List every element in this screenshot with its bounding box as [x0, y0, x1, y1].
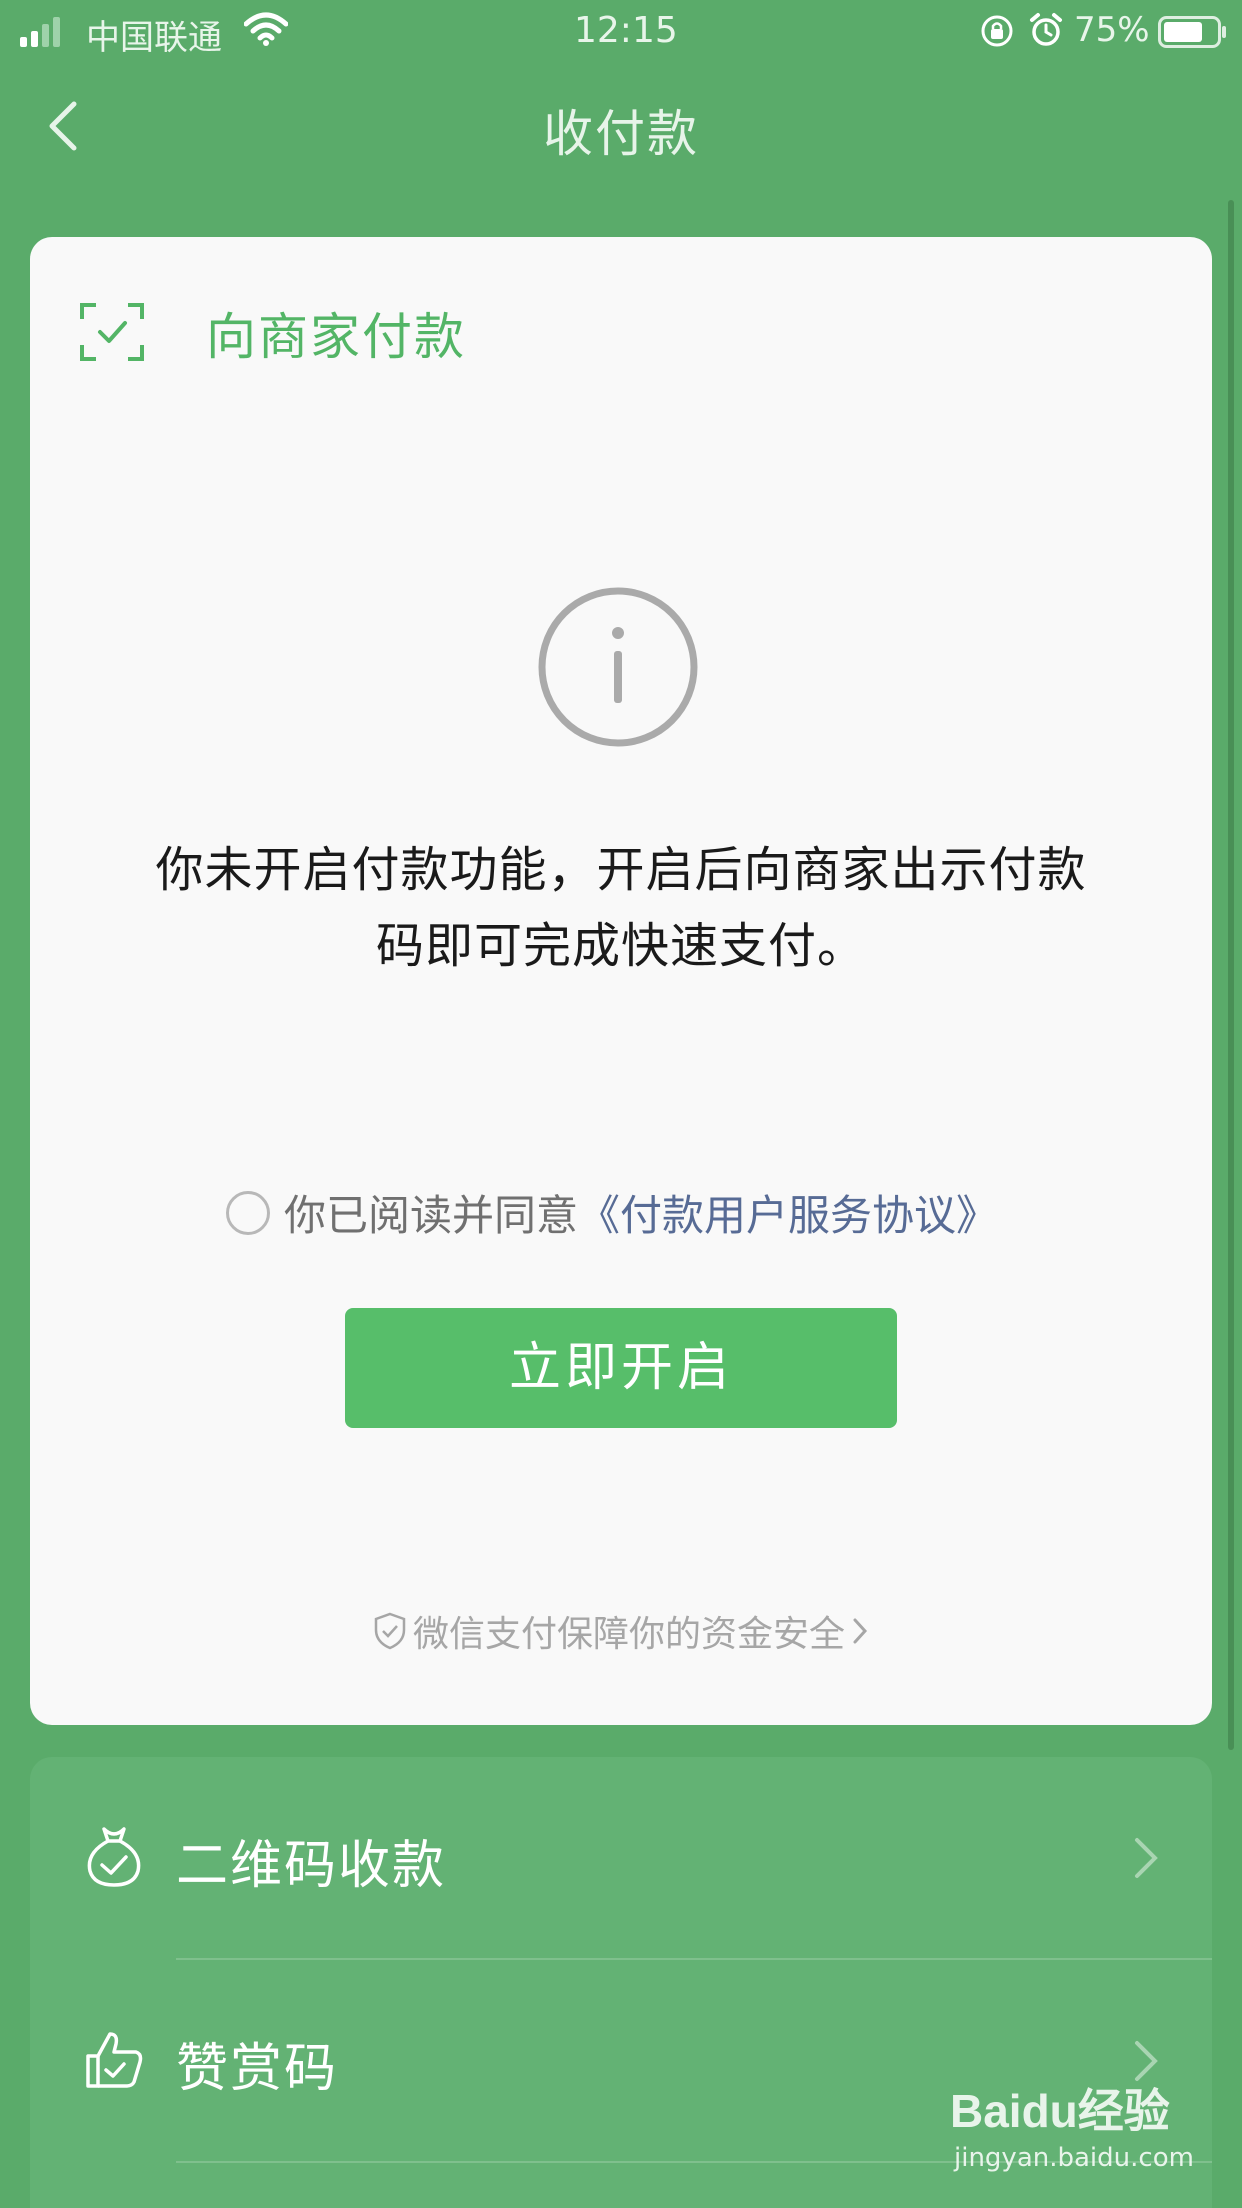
baidu-watermark: Baidu经验 jingyan.baidu.com	[950, 2075, 1194, 2185]
carrier-name: 中国联通	[86, 18, 222, 58]
page-title: 收付款	[543, 105, 699, 163]
chevron-right-icon	[1135, 1838, 1158, 1878]
security-note-text: 微信支付保障你的资金安全	[412, 1614, 845, 1655]
chevron-right-icon	[853, 1618, 868, 1644]
notice-text: 你未开启付款功能，开启后向商家出示付款 码即可完成快速支付。	[110, 832, 1132, 984]
thumbs-up-icon	[86, 2032, 143, 2088]
agreement-checkbox[interactable]	[226, 1190, 270, 1235]
pay-merchant-card: 向商家付款 你未开启付款功能，开启后向商家出示付款 码即可完成快速支付。 你已阅…	[30, 237, 1212, 1725]
battery-percent: 75%	[1074, 10, 1150, 50]
menu-item-qr-receive[interactable]: 二维码收款	[30, 1757, 1212, 1957]
status-bar: 中国联通 12:15 75%	[0, 0, 1242, 64]
open-payment-button[interactable]: 立即开启	[345, 1308, 897, 1428]
security-note-link[interactable]: 微信支付保障你的资金安全	[30, 1605, 1212, 1657]
status-time: 12:15	[574, 10, 678, 51]
scrollbar[interactable]	[1228, 200, 1234, 1750]
watermark-logo: Baidu经验	[950, 2085, 1170, 2137]
battery-icon	[1158, 16, 1228, 57]
signal-icon	[20, 16, 64, 56]
menu-item-label: 二维码收款	[176, 1836, 447, 1896]
info-icon	[538, 587, 698, 747]
shield-icon	[374, 1612, 406, 1650]
watermark-url: jingyan.baidu.com	[954, 2143, 1194, 2173]
alarm-icon	[1028, 12, 1064, 57]
nav-bar: 收付款	[0, 64, 1242, 190]
notice-line-1: 你未开启付款功能，开启后向商家出示付款	[155, 842, 1087, 898]
notice-line-2: 码即可完成快速支付。	[375, 918, 866, 974]
wifi-icon	[243, 12, 289, 55]
scan-check-icon	[80, 303, 144, 361]
agreement-text: 你已阅读并同意	[284, 1191, 579, 1240]
agreement-row: 你已阅读并同意《付款用户服务协议》	[226, 1182, 998, 1246]
money-bag-icon	[87, 1827, 141, 1887]
screen: 中国联通 12:15 75% 收付款 向商家付款 你未开启付款功能，开启后向商家…	[0, 0, 1242, 2208]
menu-item-label: 赞赏码	[176, 2039, 339, 2099]
pay-merchant-label: 向商家付款	[206, 308, 466, 366]
agreement-link[interactable]: 《付款用户服务协议》	[578, 1191, 998, 1240]
rotation-lock-icon	[980, 14, 1014, 57]
